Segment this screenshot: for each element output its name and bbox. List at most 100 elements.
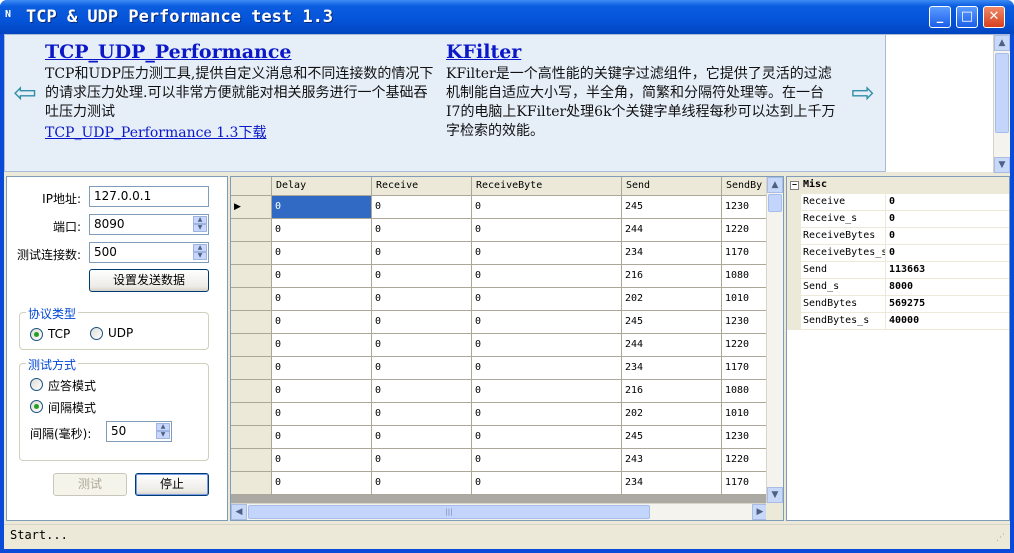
table-cell[interactable]: 0 xyxy=(372,357,472,380)
table-cell[interactable]: 0 xyxy=(372,265,472,288)
port-spinner[interactable]: ▲ ▼ xyxy=(193,216,207,233)
property-name[interactable]: SendBytes xyxy=(801,296,886,313)
tcp-radio[interactable] xyxy=(30,328,43,341)
table-row[interactable]: 0 0 0 202 1010 xyxy=(231,403,783,426)
property-name[interactable]: Send xyxy=(801,262,886,279)
property-row[interactable]: Receive 0 xyxy=(787,194,1009,211)
table-cell[interactable]: 0 xyxy=(272,219,372,242)
table-cell[interactable]: 0 xyxy=(472,403,622,426)
table-row[interactable]: 0 0 0 245 1230 xyxy=(231,426,783,449)
table-row[interactable]: 0 0 0 243 1220 xyxy=(231,449,783,472)
row-header[interactable] xyxy=(231,357,272,380)
property-row[interactable]: ReceiveBytes 0 xyxy=(787,228,1009,245)
udp-radio[interactable] xyxy=(90,327,103,340)
ip-input[interactable]: 127.0.0.1 xyxy=(89,186,209,207)
table-cell[interactable]: 0 xyxy=(472,334,622,357)
interval-input[interactable]: 50 ▲ ▼ xyxy=(106,421,172,442)
prev-arrow-icon[interactable]: ⇦ xyxy=(11,79,39,107)
property-row[interactable]: SendBytes_s 40000 xyxy=(787,313,1009,330)
connections-spinner[interactable]: ▲ ▼ xyxy=(193,244,207,261)
property-row[interactable]: Send 113663 xyxy=(787,262,1009,279)
table-row[interactable]: 0 0 0 244 1220 xyxy=(231,219,783,242)
property-value[interactable]: 569275 xyxy=(886,296,1009,313)
table-row[interactable]: 0 0 0 244 1220 xyxy=(231,334,783,357)
table-row[interactable]: 0 0 0 202 1010 xyxy=(231,288,783,311)
table-row[interactable]: 0 0 0 216 1080 xyxy=(231,265,783,288)
property-value[interactable]: 40000 xyxy=(886,313,1009,330)
property-category[interactable]: − Misc xyxy=(787,177,1009,194)
row-header[interactable] xyxy=(231,219,272,242)
interval-spinner[interactable]: ▲ ▼ xyxy=(156,423,170,440)
table-cell[interactable]: 0 xyxy=(372,242,472,265)
row-header[interactable] xyxy=(231,403,272,426)
scroll-up-icon[interactable]: ▲ xyxy=(994,35,1010,51)
grid-horizontal-scrollbar[interactable]: ◀ ||| ▶ xyxy=(231,503,768,520)
table-cell[interactable]: 0 xyxy=(372,403,472,426)
table-cell[interactable]: 0 xyxy=(272,288,372,311)
row-header[interactable] xyxy=(231,265,272,288)
table-row[interactable]: 0 0 0 216 1080 xyxy=(231,380,783,403)
minimize-button[interactable]: _ xyxy=(929,6,951,28)
property-value[interactable]: 113663 xyxy=(886,262,1009,279)
property-name[interactable]: SendBytes_s xyxy=(801,313,886,330)
property-value[interactable]: 0 xyxy=(886,245,1009,262)
set-send-data-button[interactable]: 设置发送数据 xyxy=(89,269,209,292)
property-name[interactable]: ReceiveBytes xyxy=(801,228,886,245)
grid-vscroll-thumb[interactable] xyxy=(768,194,782,212)
row-header[interactable] xyxy=(231,311,272,334)
property-row[interactable]: ReceiveBytes_s 0 xyxy=(787,245,1009,262)
collapse-icon[interactable]: − xyxy=(790,181,799,190)
table-cell[interactable]: 0 xyxy=(472,357,622,380)
grid-scroll-up-icon[interactable]: ▲ xyxy=(767,177,783,193)
table-cell[interactable]: 0 xyxy=(272,334,372,357)
row-header[interactable] xyxy=(231,449,272,472)
table-cell[interactable]: 0 xyxy=(272,311,372,334)
property-name[interactable]: ReceiveBytes_s xyxy=(801,245,886,262)
row-header[interactable] xyxy=(231,426,272,449)
download-link[interactable]: TCP_UDP_Performance 1.3下载 xyxy=(45,122,266,142)
table-cell[interactable]: 0 xyxy=(472,196,622,219)
table-cell[interactable]: 245 xyxy=(622,311,722,334)
property-name[interactable]: Receive_s xyxy=(801,211,886,228)
table-cell[interactable]: 0 xyxy=(372,380,472,403)
table-cell[interactable]: 243 xyxy=(622,449,722,472)
table-cell[interactable]: 244 xyxy=(622,219,722,242)
property-row[interactable]: Receive_s 0 xyxy=(787,211,1009,228)
table-cell[interactable]: 0 xyxy=(472,288,622,311)
scroll-thumb[interactable] xyxy=(995,53,1009,133)
grid-vertical-scrollbar[interactable]: ▲ ▼ xyxy=(766,177,783,503)
property-value[interactable]: 0 xyxy=(886,228,1009,245)
table-cell[interactable]: 0 xyxy=(372,426,472,449)
interval-mode-radio[interactable] xyxy=(30,400,43,413)
table-cell[interactable]: 234 xyxy=(622,472,722,495)
table-cell[interactable]: 234 xyxy=(622,357,722,380)
banner-scrollbar[interactable]: ▲ ▼ xyxy=(993,35,1010,173)
table-cell[interactable]: 0 xyxy=(372,449,472,472)
row-header[interactable] xyxy=(231,242,272,265)
column-header-receive[interactable]: Receive xyxy=(372,177,472,196)
table-cell[interactable]: 0 xyxy=(472,380,622,403)
resize-grip-icon[interactable]: ⋰ xyxy=(996,532,1008,544)
table-cell[interactable]: 0 xyxy=(472,265,622,288)
table-cell[interactable]: 0 xyxy=(472,311,622,334)
table-cell[interactable]: 0 xyxy=(372,288,472,311)
property-value[interactable]: 0 xyxy=(886,194,1009,211)
table-cell[interactable]: 0 xyxy=(472,242,622,265)
grid-scroll-left-icon[interactable]: ◀ xyxy=(231,504,247,520)
table-row[interactable]: 0 0 0 234 1170 xyxy=(231,357,783,380)
table-cell[interactable]: 245 xyxy=(622,426,722,449)
table-row[interactable]: 0 0 0 234 1170 xyxy=(231,472,783,495)
row-header[interactable] xyxy=(231,334,272,357)
test-button[interactable]: 测试 xyxy=(53,473,127,496)
property-name[interactable]: Send_s xyxy=(801,279,886,296)
column-header-send[interactable]: Send xyxy=(622,177,722,196)
table-cell[interactable]: 0 xyxy=(472,449,622,472)
table-cell[interactable]: 0 xyxy=(272,380,372,403)
table-cell[interactable]: 0 xyxy=(272,403,372,426)
table-cell[interactable]: 216 xyxy=(622,265,722,288)
table-row[interactable]: ▶ 0 0 0 245 1230 xyxy=(231,196,783,219)
table-row[interactable]: 0 0 0 245 1230 xyxy=(231,311,783,334)
property-name[interactable]: Receive xyxy=(801,194,886,211)
table-cell[interactable]: 0 xyxy=(372,472,472,495)
column-header-receivebyte[interactable]: ReceiveByte xyxy=(472,177,622,196)
